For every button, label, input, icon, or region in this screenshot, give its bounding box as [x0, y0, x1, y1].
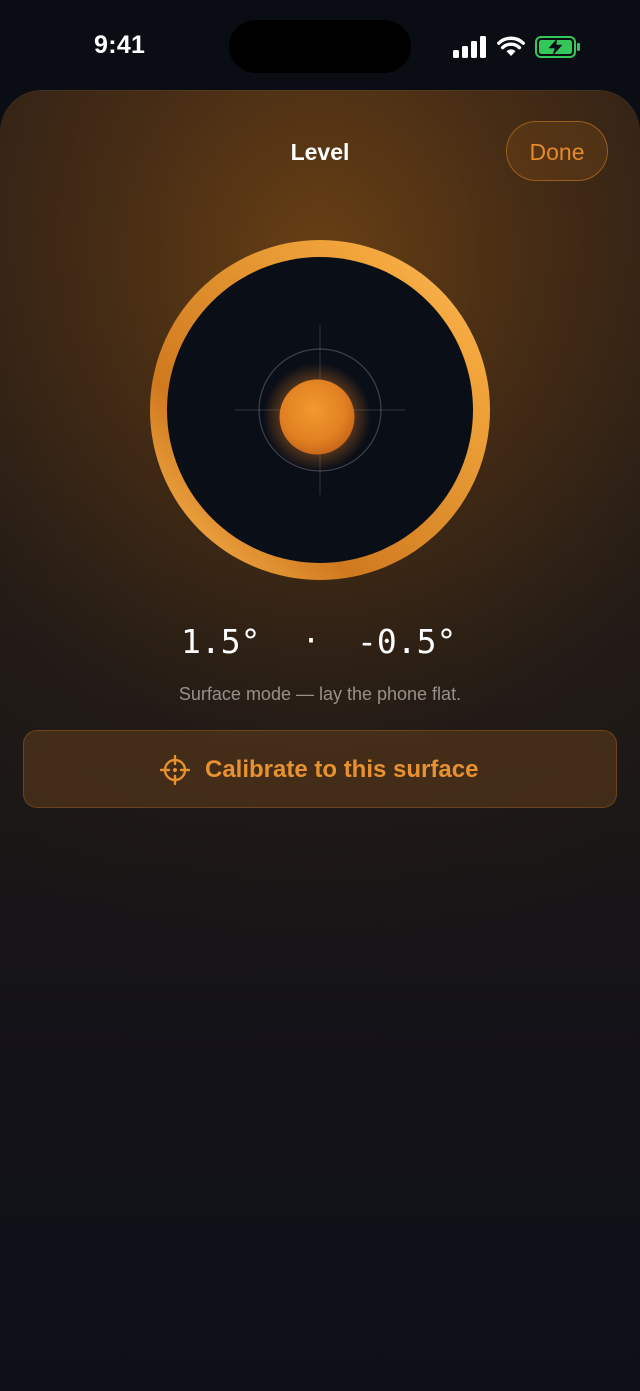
bubble-level-dial: [150, 240, 490, 580]
calibrate-label: Calibrate to this surface: [205, 756, 479, 783]
dynamic-island: [229, 20, 411, 73]
battery-charging-icon: [535, 36, 580, 58]
level-screen: 9:41 Level Done 1.5° · -0.5° Surface mod…: [0, 0, 640, 1391]
readout-separator: ·: [302, 624, 321, 659]
wifi-icon: [497, 36, 525, 56]
bubble: [279, 379, 355, 455]
x-tilt-readout: 1.5°: [181, 622, 261, 661]
crosshair-icon: [160, 755, 190, 785]
status-time: 9:41: [94, 31, 146, 59]
y-tilt-readout: -0.5°: [357, 622, 457, 661]
done-button[interactable]: Done: [506, 121, 608, 181]
signal-icon: [453, 36, 486, 58]
status-bar: 9:41: [0, 0, 640, 90]
mode-hint: Surface mode — lay the phone flat.: [178, 684, 462, 704]
